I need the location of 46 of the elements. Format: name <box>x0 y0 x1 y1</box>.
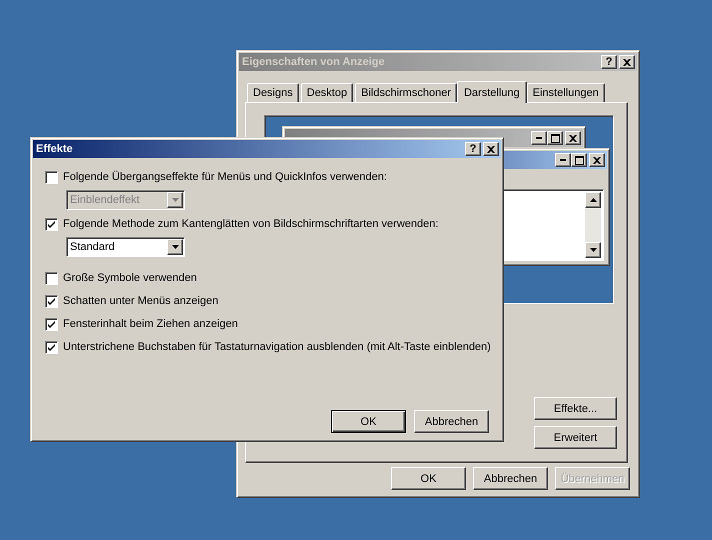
dialog-button[interactable]: OK <box>331 410 406 433</box>
caret-icon <box>172 198 178 202</box>
checkbox-label: Folgende Methode zum Kantenglätten von Bildschirmschriftarten verwenden: <box>63 218 438 230</box>
dialog-button[interactable]: Abbrechen <box>473 467 548 490</box>
close-button[interactable] <box>619 55 635 69</box>
checkbox-label: Unterstrichene Buchstaben für Tastaturnavigation ausblenden (mit Alt-Taste einblenden) <box>63 341 491 353</box>
window-title: Effekte <box>36 143 73 155</box>
check-icon <box>48 220 55 228</box>
checkbox[interactable] <box>45 340 58 354</box>
checkbox-label: Fensterinhalt beim Ziehen anzeigen <box>63 318 238 330</box>
scroll-up-icon <box>585 192 601 208</box>
checkbox-label: Schatten unter Menüs anzeigen <box>63 295 218 307</box>
dialog-button[interactable]: OK <box>391 467 466 490</box>
minimize-icon <box>555 153 571 167</box>
help-button[interactable]: ? <box>465 142 481 156</box>
dialog-button[interactable]: Abbrechen <box>414 410 489 433</box>
checkbox[interactable] <box>45 294 58 308</box>
close-icon <box>589 153 605 167</box>
checkbox-label: Folgende Übergangseffekte für Menüs und QuickInfos verwenden: <box>63 171 387 183</box>
close-button[interactable] <box>483 142 499 156</box>
check-icon <box>48 298 55 304</box>
dialog-button[interactable]: Erweitert <box>534 426 617 449</box>
dropdown[interactable]: Standard <box>66 237 185 257</box>
maximize-icon <box>547 131 563 145</box>
tab[interactable]: Desktop <box>300 83 354 102</box>
dialog-button[interactable]: Effekte... <box>534 397 617 420</box>
tab[interactable]: Darstellung <box>456 81 527 103</box>
caret-icon <box>172 245 178 249</box>
checkbox[interactable] <box>45 170 58 184</box>
minimize-icon <box>531 131 547 145</box>
checkbox[interactable] <box>45 318 58 330</box>
check-icon <box>48 320 55 328</box>
close-icon <box>487 146 495 152</box>
tab[interactable]: Designs <box>247 83 299 102</box>
scroll-down-icon <box>585 242 601 258</box>
tab[interactable]: Einstellungen <box>526 83 605 102</box>
close-icon <box>623 58 631 66</box>
maximize-icon <box>571 153 587 167</box>
check-icon <box>48 344 55 350</box>
help-button[interactable]: ? <box>601 55 617 69</box>
checkbox[interactable] <box>45 218 58 230</box>
window-title: Eigenschaften von Anzeige <box>242 56 385 68</box>
close-icon <box>565 131 581 145</box>
tab[interactable]: Bildschirmschoner <box>355 83 457 102</box>
checkbox-label: Große Symbole verwenden <box>63 272 197 284</box>
checkbox[interactable] <box>45 272 58 284</box>
